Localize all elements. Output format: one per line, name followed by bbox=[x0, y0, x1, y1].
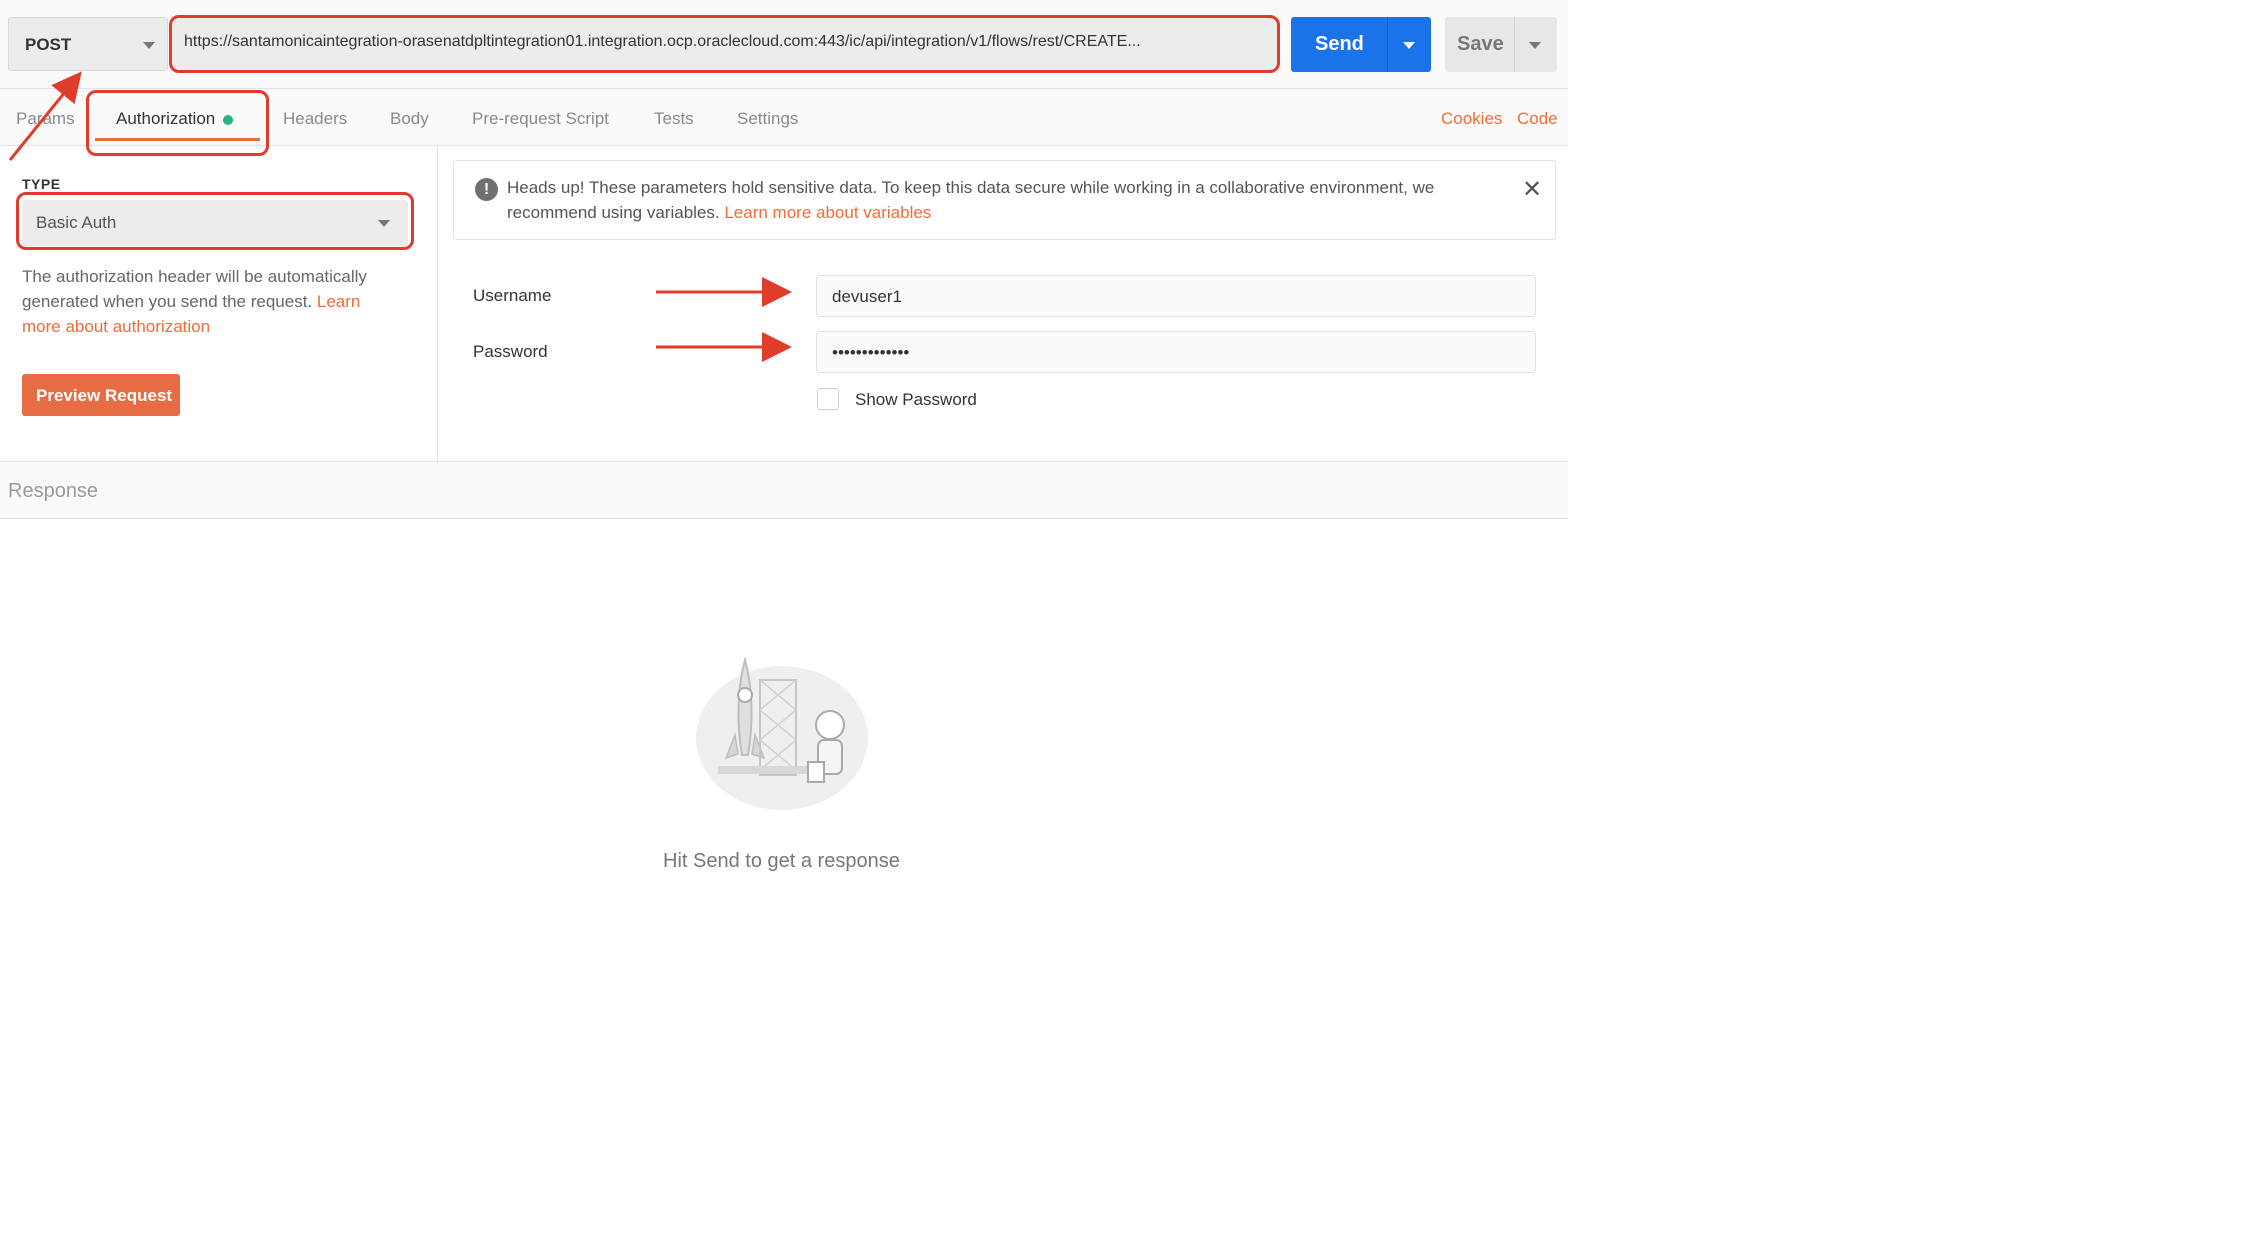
arrow-to-url bbox=[8, 71, 82, 161]
annotation-arrows bbox=[8, 71, 792, 362]
